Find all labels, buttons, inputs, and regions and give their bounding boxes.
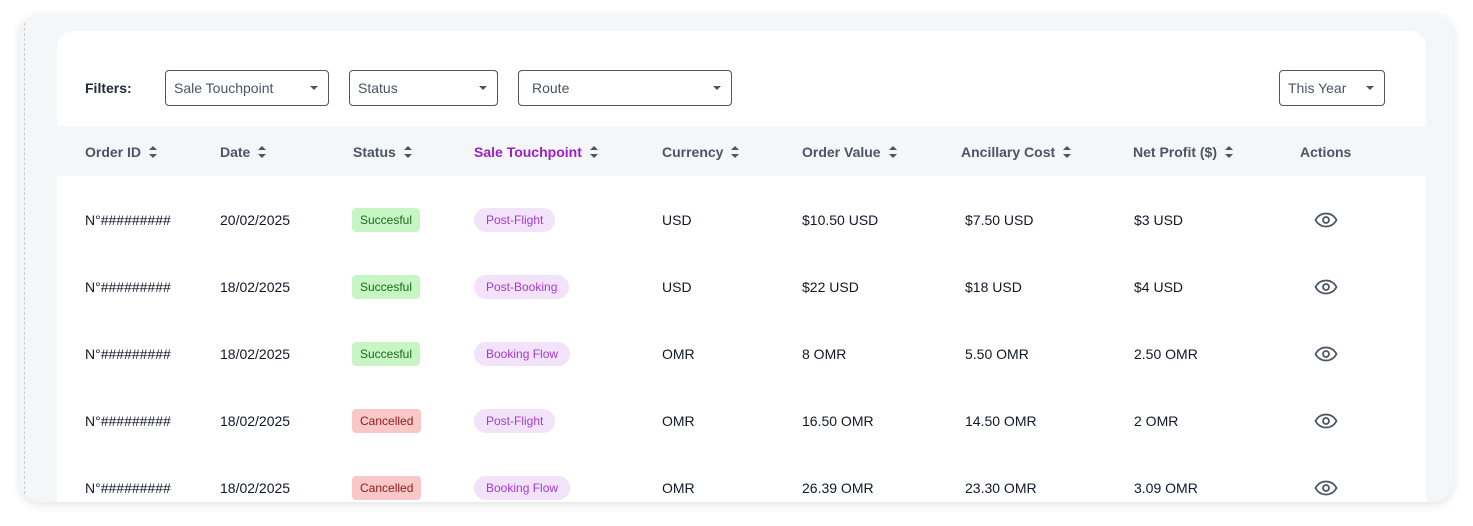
order-value-cell: $10.50 USD	[802, 211, 879, 228]
order-value-cell: 8 OMR	[802, 345, 847, 362]
status-select[interactable]: Status	[349, 70, 498, 106]
sort-icon	[1063, 146, 1072, 158]
table-row: N°######### 18/02/2025 Succesful Booking…	[57, 320, 1426, 387]
eye-icon[interactable]	[1314, 279, 1338, 295]
date-cell: 20/02/2025	[220, 211, 291, 228]
column-net-profit[interactable]: Net Profit ($)	[1133, 144, 1233, 160]
sort-icon	[149, 146, 158, 158]
column-currency[interactable]: Currency	[662, 144, 740, 160]
touchpoint-pill: Booking Flow	[474, 475, 571, 500]
order-id-cell: N°#########	[85, 278, 171, 295]
ancillary-cost-cell: 5.50 OMR	[965, 345, 1029, 362]
table-header: Order ID Date Status Sale Touchpoint Cur…	[57, 126, 1426, 176]
sort-icon	[589, 146, 598, 158]
status-badge: Succesful	[352, 341, 421, 366]
order-value-cell: 16.50 OMR	[802, 412, 874, 429]
sort-icon	[888, 146, 897, 158]
net-profit-cell: $4 USD	[1134, 278, 1184, 295]
sort-icon	[403, 146, 412, 158]
status-badge: Cancelled	[352, 475, 422, 500]
date-cell: 18/02/2025	[220, 412, 291, 429]
column-actions-label: Actions	[1300, 144, 1352, 160]
ancillary-cost-cell: $18 USD	[965, 278, 1022, 295]
net-profit-cell: 3.09 OMR	[1134, 479, 1198, 496]
ancillary-cost-cell: $7.50 USD	[965, 211, 1034, 228]
column-date-label: Date	[220, 144, 251, 160]
currency-cell: USD	[662, 211, 692, 228]
touchpoint-pill: Post-Flight	[474, 207, 556, 232]
column-date[interactable]: Date	[220, 144, 267, 160]
column-status[interactable]: Status	[353, 144, 412, 160]
column-sale-touchpoint-label: Sale Touchpoint	[474, 144, 582, 160]
status-badge: Cancelled	[352, 408, 422, 433]
date-cell: 18/02/2025	[220, 345, 291, 362]
sort-icon	[1225, 146, 1233, 158]
order-id-cell: N°#########	[85, 479, 171, 496]
touchpoint-pill: Post-Flight	[474, 408, 556, 433]
net-profit-cell: 2.50 OMR	[1134, 345, 1198, 362]
sale-touchpoint-select-value: Sale Touchpoint	[174, 80, 274, 96]
sort-icon	[731, 146, 740, 158]
sort-icon	[258, 146, 267, 158]
ancillary-cost-cell: 23.30 OMR	[965, 479, 1037, 496]
status-select-value: Status	[358, 80, 398, 96]
column-order-id[interactable]: Order ID	[85, 144, 158, 160]
date-cell: 18/02/2025	[220, 278, 291, 295]
table-row: N°######### 20/02/2025 Succesful Post-Fl…	[57, 186, 1426, 253]
sale-touchpoint-select[interactable]: Sale Touchpoint	[165, 70, 329, 106]
order-value-cell: 26.39 OMR	[802, 479, 874, 496]
column-status-label: Status	[353, 144, 396, 160]
touchpoint-pill: Booking Flow	[474, 341, 571, 366]
orders-card: Filters: Sale Touchpoint Status Route Th…	[20, 15, 1453, 502]
column-actions: Actions	[1300, 144, 1351, 160]
table-row: N°######### 18/02/2025 Cancelled Post-Fl…	[57, 387, 1426, 454]
ancillary-cost-cell: 14.50 OMR	[965, 412, 1037, 429]
column-currency-label: Currency	[662, 144, 724, 160]
period-select-value: This Year	[1288, 80, 1347, 96]
column-ancillary-cost[interactable]: Ancillary Cost	[961, 144, 1072, 160]
order-id-cell: N°#########	[85, 345, 171, 362]
eye-icon[interactable]	[1314, 413, 1338, 429]
column-order-id-label: Order ID	[85, 144, 142, 160]
column-sale-touchpoint[interactable]: Sale Touchpoint	[474, 144, 598, 160]
period-select[interactable]: This Year	[1279, 70, 1385, 106]
touchpoint-pill: Post-Booking	[474, 274, 570, 299]
net-profit-cell: $3 USD	[1134, 211, 1184, 228]
chevron-down-icon	[1366, 86, 1374, 90]
date-cell: 18/02/2025	[220, 479, 291, 496]
eye-icon[interactable]	[1314, 346, 1338, 362]
status-badge: Succesful	[352, 207, 421, 232]
chevron-down-icon	[713, 86, 721, 90]
chevron-down-icon	[310, 86, 318, 90]
filters-bar: Filters: Sale Touchpoint Status Route Th…	[57, 31, 1426, 126]
net-profit-cell: 2 OMR	[1134, 412, 1179, 429]
currency-cell: OMR	[662, 479, 695, 496]
filters-label: Filters:	[85, 80, 132, 96]
orders-panel: Filters: Sale Touchpoint Status Route Th…	[57, 31, 1426, 502]
currency-cell: OMR	[662, 345, 695, 362]
column-order-value-label: Order Value	[802, 144, 881, 160]
table-row: N°######### 18/02/2025 Succesful Post-Bo…	[57, 253, 1426, 320]
table-row: N°######### 18/02/2025 Cancelled Booking…	[57, 454, 1426, 502]
order-id-cell: N°#########	[85, 412, 171, 429]
chevron-down-icon	[479, 86, 487, 90]
status-badge: Succesful	[352, 274, 421, 299]
eye-icon[interactable]	[1314, 212, 1338, 228]
column-ancillary-cost-label: Ancillary Cost	[961, 144, 1056, 160]
currency-cell: OMR	[662, 412, 695, 429]
order-value-cell: $22 USD	[802, 278, 859, 295]
order-id-cell: N°#########	[85, 211, 171, 228]
currency-cell: USD	[662, 278, 692, 295]
column-net-profit-label: Net Profit ($)	[1133, 144, 1217, 160]
route-select[interactable]: Route	[518, 70, 732, 106]
route-select-value: Route	[532, 80, 570, 96]
eye-icon[interactable]	[1314, 480, 1338, 496]
column-order-value[interactable]: Order Value	[802, 144, 897, 160]
